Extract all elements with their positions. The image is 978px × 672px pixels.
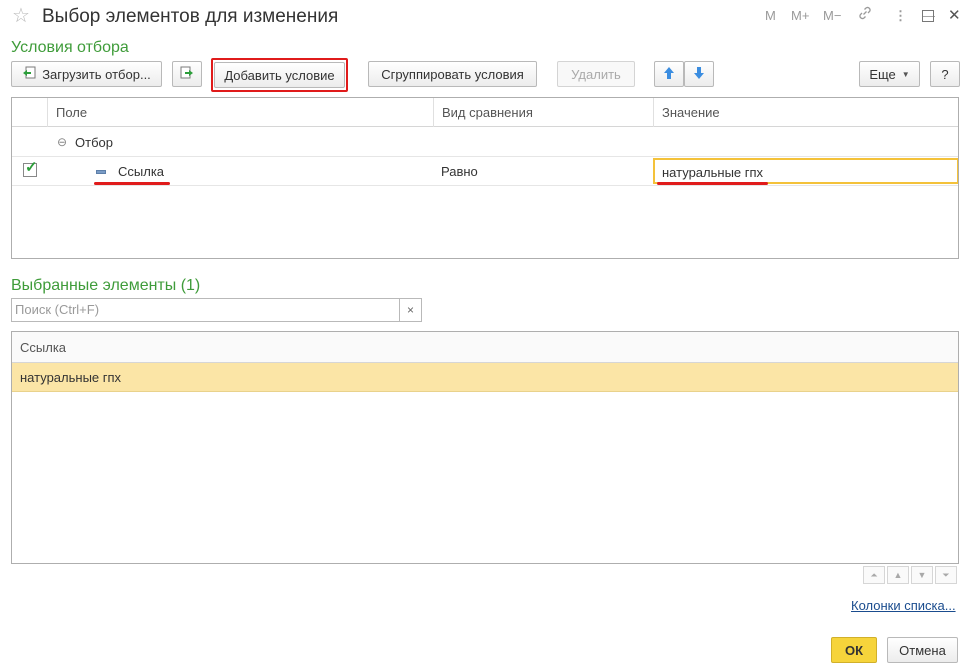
condition-comparison[interactable]: Равно bbox=[441, 157, 478, 186]
save-filter-icon bbox=[180, 66, 194, 83]
selected-grid-header: Ссылка bbox=[12, 332, 958, 363]
delete-button[interactable]: Удалить bbox=[557, 61, 635, 87]
condition-value-field[interactable]: натуральные гпх bbox=[653, 158, 958, 184]
field-red-underline bbox=[94, 182, 170, 185]
conditions-section-title: Условия отбора bbox=[11, 39, 129, 56]
memory-minus-button[interactable]: M− bbox=[823, 7, 841, 25]
memory-plus-button[interactable]: M+ bbox=[791, 7, 809, 25]
column-header-field[interactable]: Поле bbox=[47, 98, 433, 127]
link-icon[interactable] bbox=[857, 5, 873, 26]
delete-label: Удалить bbox=[571, 66, 621, 82]
scroll-down-button[interactable]: ▼ bbox=[911, 566, 933, 584]
cancel-label: Отмена bbox=[899, 642, 946, 658]
filter-group-label: Отбор bbox=[75, 135, 113, 150]
load-filter-button[interactable]: Загрузить отбор... bbox=[11, 61, 162, 87]
chevron-down-icon: ▼ bbox=[901, 69, 910, 79]
help-label: ? bbox=[941, 66, 949, 82]
load-filter-label: Загрузить отбор... bbox=[42, 66, 151, 82]
selected-row[interactable]: натуральные гпх bbox=[12, 363, 958, 392]
move-down-button[interactable] bbox=[684, 61, 714, 87]
cancel-button[interactable]: Отмена bbox=[887, 637, 958, 663]
checkbox-column-header bbox=[12, 98, 47, 127]
search-input[interactable]: Поиск (Ctrl+F) bbox=[11, 298, 400, 322]
conditions-grid-header: Поле Вид сравнения Значение bbox=[12, 98, 958, 127]
condition-checkbox[interactable]: ✓ bbox=[23, 159, 38, 177]
arrow-up-icon bbox=[663, 66, 675, 83]
move-up-button[interactable] bbox=[654, 61, 684, 87]
collapse-icon[interactable]: ⊖ bbox=[57, 128, 67, 157]
selected-section-title: Выбранные элементы (1) bbox=[11, 277, 201, 294]
memory-m-button[interactable]: M bbox=[765, 7, 776, 25]
filter-group-row[interactable]: ⊖ Отбор bbox=[12, 128, 958, 157]
selected-row-ref: натуральные гпх bbox=[20, 370, 122, 385]
checkmark-icon: ✓ bbox=[25, 159, 38, 176]
field-item-icon bbox=[96, 170, 106, 174]
value-red-underline bbox=[657, 182, 768, 185]
favorite-star-icon[interactable]: ☆ bbox=[12, 6, 30, 26]
column-header-value[interactable]: Значение bbox=[653, 98, 958, 127]
add-condition-highlight-frame bbox=[211, 58, 348, 92]
scroll-last-button[interactable]: ⏷ bbox=[935, 566, 957, 584]
scroll-up-button[interactable]: ▲ bbox=[887, 566, 909, 584]
more-label: Еще bbox=[869, 66, 896, 82]
maximize-icon[interactable] bbox=[922, 10, 934, 22]
window-title: Выбор элементов для изменения bbox=[42, 6, 339, 27]
conditions-grid: Поле Вид сравнения Значение ⊖ Отбор ✓ Сс… bbox=[11, 97, 959, 259]
column-header-ref[interactable]: Ссылка bbox=[12, 332, 958, 363]
selected-grid: Ссылка натуральные гпх bbox=[11, 331, 959, 564]
scroll-first-button[interactable]: ⏶ bbox=[863, 566, 885, 584]
search-clear-button[interactable]: × bbox=[400, 298, 422, 322]
help-button[interactable]: ? bbox=[930, 61, 960, 87]
group-conditions-button[interactable]: Сгруппировать условия bbox=[368, 61, 537, 87]
more-menu-icon[interactable]: ⋮ bbox=[894, 7, 907, 25]
list-columns-link[interactable]: Колонки списка... bbox=[851, 598, 956, 613]
ok-label: ОК bbox=[844, 642, 864, 658]
save-filter-button[interactable] bbox=[172, 61, 202, 87]
load-filter-icon bbox=[22, 66, 36, 83]
group-conditions-label: Сгруппировать условия bbox=[381, 66, 524, 82]
more-button[interactable]: Еще ▼ bbox=[859, 61, 920, 87]
ok-button[interactable]: ОК bbox=[831, 637, 877, 663]
arrow-down-icon bbox=[693, 66, 705, 83]
column-header-comparison[interactable]: Вид сравнения bbox=[433, 98, 653, 127]
close-icon[interactable]: ✕ bbox=[948, 7, 961, 25]
